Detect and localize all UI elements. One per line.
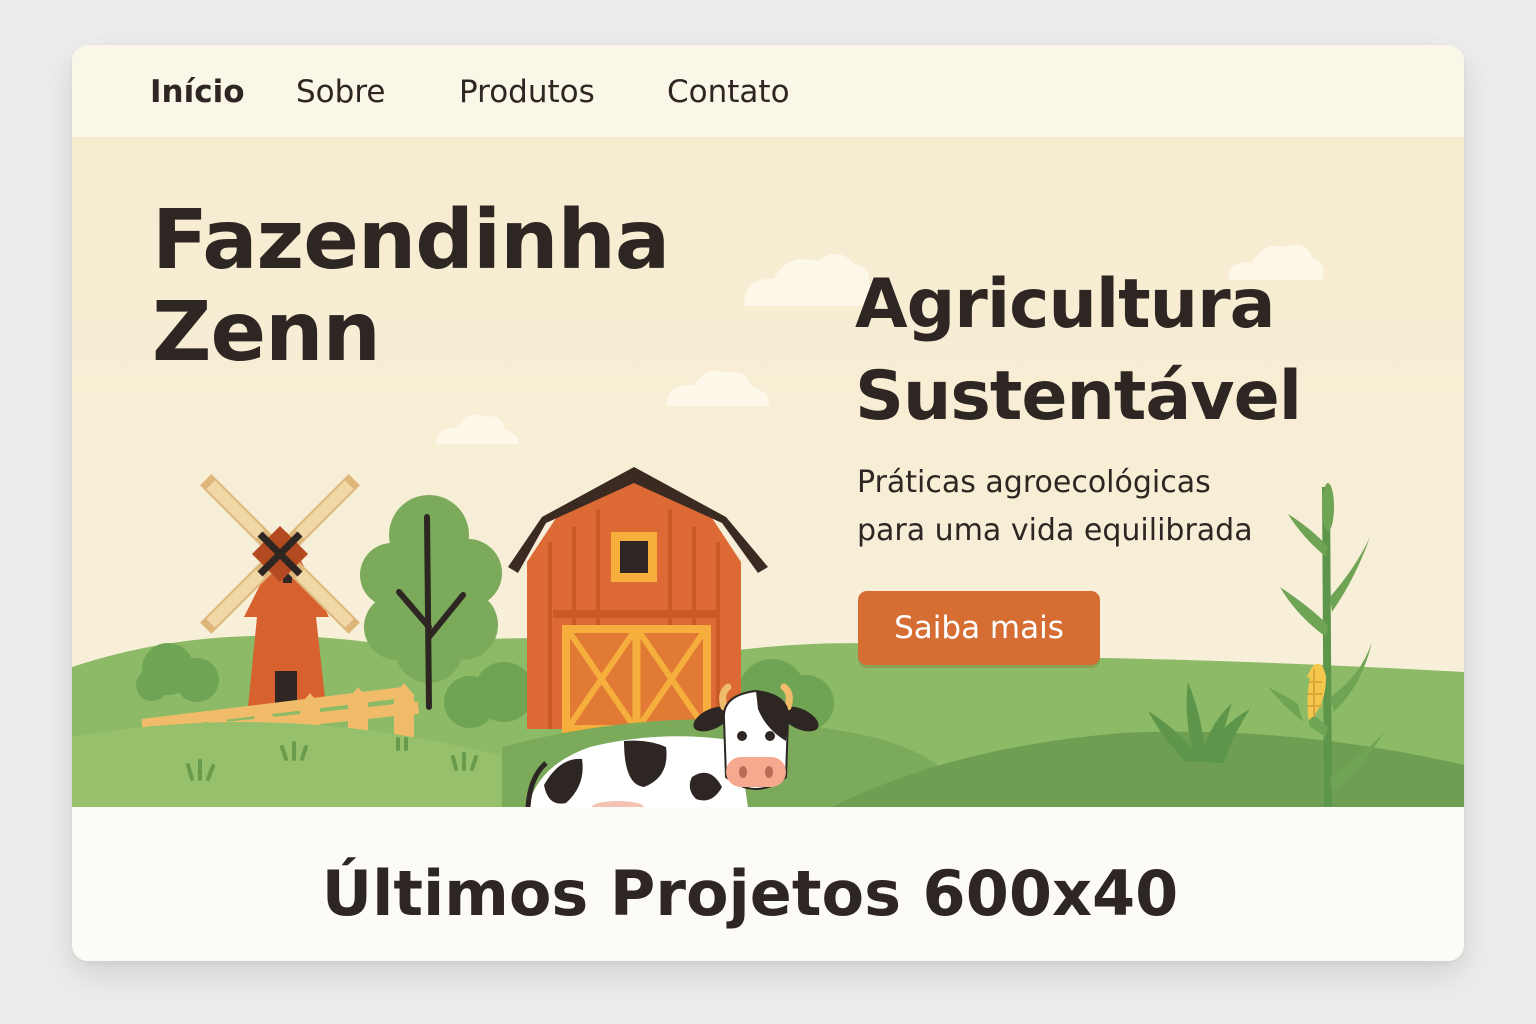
navbar: Início Sobre Produtos Contato bbox=[72, 45, 1464, 137]
nav-link-produtos[interactable]: Produtos bbox=[459, 74, 595, 110]
hero-tagline: Agricultura Sustentável bbox=[855, 259, 1302, 443]
page-card: Início Sobre Produtos Contato Fazendinha… bbox=[72, 45, 1464, 961]
saiba-mais-button[interactable]: Saiba mais bbox=[858, 591, 1100, 665]
hero-tagline-line1: Agricultura bbox=[855, 265, 1276, 344]
hero-subtitle-line2: para uma vida equilibrada bbox=[857, 513, 1253, 548]
hero-title: Fazendinha Zenn bbox=[152, 193, 670, 380]
hero-title-line1: Fazendinha bbox=[152, 193, 670, 288]
nav-link-contato[interactable]: Contato bbox=[667, 74, 790, 110]
nav-link-inicio[interactable]: Início bbox=[150, 74, 245, 110]
hero-tagline-line2: Sustentável bbox=[855, 357, 1302, 436]
hero-subtitle-line1: Práticas agroecológicas bbox=[857, 465, 1211, 500]
projects-section: Últimos Projetos 600x40 bbox=[72, 807, 1464, 961]
nav-link-sobre[interactable]: Sobre bbox=[296, 74, 385, 110]
hero-title-line2: Zenn bbox=[152, 285, 381, 380]
hero-subtitle: Práticas agroecológicas para uma vida eq… bbox=[857, 459, 1253, 555]
hero-section: Fazendinha Zenn Agricultura Sustentável … bbox=[72, 137, 1464, 807]
section-title: Últimos Projetos 600x40 bbox=[321, 857, 1179, 930]
